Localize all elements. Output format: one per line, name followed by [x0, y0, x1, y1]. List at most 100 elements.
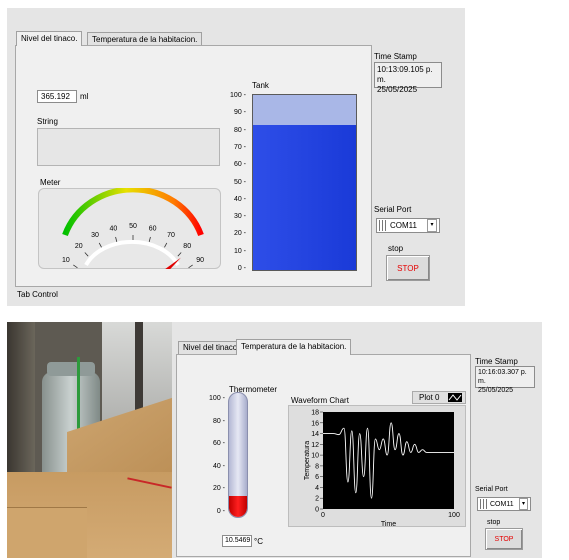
bottom-timestamp-time: 10:16:03.307 p. m.	[478, 369, 527, 385]
meter-tick-label: 10	[62, 257, 70, 264]
bottom-serial-port-label: Serial Port	[475, 486, 508, 493]
y-tick-label: 16	[311, 420, 319, 427]
bottom-dropdown-arrow-icon[interactable]: ▾	[519, 498, 528, 510]
bottom-stop-label: stop	[487, 519, 501, 526]
top-tab-nivel[interactable]: Nivel del tinaco.	[16, 31, 83, 46]
y-tick-label: 8	[315, 463, 319, 470]
tank-tick-label: 60 -	[233, 161, 246, 169]
meter-tick-label: 20	[75, 243, 83, 250]
serial-port-icon	[379, 220, 388, 231]
tab-label: Temperatura de la habitacion.	[241, 342, 347, 351]
tank-tick-label: 20 -	[233, 230, 246, 238]
level-value: 365.192	[41, 92, 70, 101]
meter-label: Meter	[40, 178, 61, 187]
tab-label: Nivel del tinaco.	[183, 343, 240, 352]
chart-legend: Plot 0	[412, 391, 466, 404]
meter-tick	[73, 264, 78, 269]
meter-tick-label: 90	[196, 257, 204, 264]
serial-port-select[interactable]: COM11 ▾	[376, 218, 440, 233]
tank-tick-label: 50 -	[233, 178, 246, 186]
meter-gauge: 0102030405060708090100	[62, 188, 204, 269]
y-tick-label: 10	[311, 453, 319, 460]
timestamp-time: 10:13:09.105 p. m.	[377, 65, 433, 84]
x-axis-label: Time	[381, 521, 396, 527]
tank-tick-label: 10 -	[233, 247, 246, 255]
tank-tick-label: 80 -	[233, 126, 246, 134]
meter-tick	[115, 236, 118, 242]
x-tick-label: 100	[448, 512, 460, 519]
tank-tick-label: 100 -	[230, 92, 246, 99]
tank-tick-label: 0 -	[237, 265, 246, 272]
meter-tick	[98, 242, 102, 248]
tab-label: Temperatura de la habitacion.	[92, 35, 198, 44]
y-tick-label: 14	[311, 431, 319, 438]
tab-control-label: Tab Control	[17, 290, 58, 299]
meter-tick-label: 40	[110, 225, 118, 232]
tank-tick-label: 90 -	[233, 109, 246, 117]
plot-area	[323, 412, 454, 509]
bottom-serial-port-icon	[480, 499, 488, 509]
tank-tick-label: 40 -	[233, 195, 246, 203]
string-label: String	[37, 117, 58, 126]
meter-dial-arc	[84, 239, 180, 267]
meter-tick	[84, 252, 89, 257]
bottom-stop-button[interactable]: STOP	[485, 528, 523, 550]
bottom-tab-nivel[interactable]: Nivel del tinaco.	[178, 341, 245, 354]
y-tick-label: 0	[315, 507, 319, 514]
timestamp-date: 25/05/2025	[377, 85, 418, 94]
y-tick-label: 4	[315, 485, 319, 492]
meter-tick-label: 60	[149, 225, 157, 232]
thermo-tick-label: 20 -	[212, 485, 225, 493]
meter-tick-label: 80	[183, 243, 191, 250]
thermometer-tube	[228, 392, 248, 518]
y-tick-label: 6	[315, 474, 319, 481]
meter-tick	[188, 264, 193, 269]
level-unit: ml	[80, 92, 89, 101]
stop-button-label: STOP	[397, 263, 419, 273]
y-tick-label: 18	[311, 410, 319, 417]
meter-tick-label: 30	[91, 232, 99, 239]
y-tick-label: 12	[311, 442, 319, 449]
thermo-tick-label: 0 -	[216, 508, 225, 515]
meter-tick	[164, 242, 168, 248]
waveform-chart: 18 16 14 12 10 8 6 4 2 00 100 Time Temperatura	[304, 410, 460, 528]
string-indicator	[37, 128, 220, 166]
top-tab-temperatura[interactable]: Temperatura de la habitacion.	[87, 32, 203, 46]
thermo-tick-label: 60 -	[212, 440, 225, 448]
serial-port-value: COM11	[390, 221, 417, 230]
bottom-stop-button-label: STOP	[494, 535, 514, 543]
tank-tick-label: 30 -	[233, 213, 246, 221]
bottom-timestamp-indicator: 10:16:03.307 p. m. 25/05/2025	[475, 366, 535, 394]
thermo-tick-label: 80 -	[212, 417, 225, 425]
bottom-timestamp-date: 25/05/2025	[478, 387, 514, 394]
meter-tick-label: 50	[129, 223, 137, 230]
thermometer-number: 10.5469	[225, 537, 251, 544]
stop-button[interactable]: STOP	[386, 255, 430, 281]
meter-tick-label: 70	[167, 232, 175, 239]
chart-title: Waveform Chart	[291, 396, 349, 405]
timestamp-indicator: 10:13:09.105 p. m. 25/05/2025	[374, 62, 442, 94]
stop-label: stop	[388, 244, 404, 253]
photo-setup	[7, 322, 172, 558]
meter-tick	[148, 236, 151, 242]
tab-label: Nivel del tinaco.	[21, 34, 78, 43]
serial-port-label: Serial Port	[374, 205, 412, 214]
level-indicator: 365.192	[37, 90, 77, 103]
y-tick-label: 2	[315, 496, 319, 503]
bottom-serial-port-value: COM11	[490, 500, 514, 508]
timestamp-label: Time Stamp	[374, 52, 417, 61]
y-axis-label: Temperatura	[304, 441, 311, 480]
thermometer-unit: °C	[254, 537, 263, 546]
legend-line-icon[interactable]	[448, 393, 462, 402]
thermo-tick-label: 100 -	[209, 395, 225, 402]
photo-cardboard-box	[7, 507, 87, 558]
bottom-serial-port-select[interactable]: COM11 ▾	[477, 497, 531, 511]
meter-tick	[177, 252, 182, 257]
tank-body	[252, 94, 357, 271]
dropdown-arrow-icon[interactable]: ▾	[427, 219, 437, 232]
bottom-timestamp-label: Time Stamp	[475, 357, 518, 366]
tank-tick-label: 70 -	[233, 143, 246, 151]
bottom-tab-temperatura[interactable]: Temperatura de la habitacion.	[236, 339, 352, 355]
tank-label: Tank	[252, 81, 269, 90]
tank-fill	[253, 124, 356, 270]
